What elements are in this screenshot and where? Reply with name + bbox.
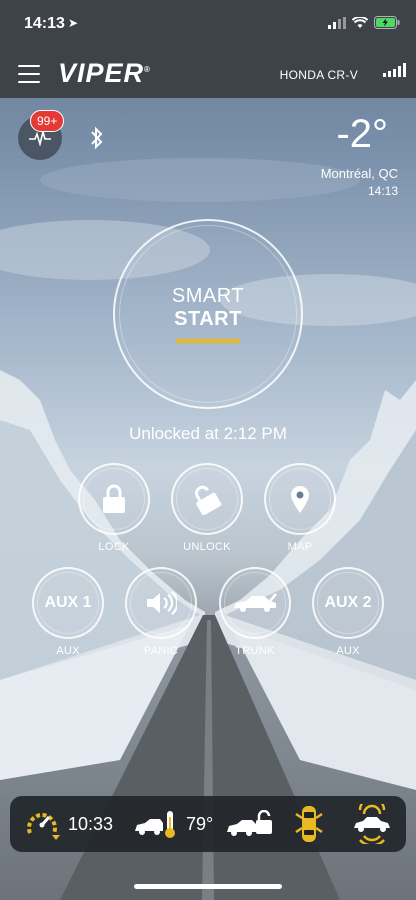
- car-doors-icon: [295, 806, 323, 842]
- unlock-label: UNLOCK: [183, 541, 231, 553]
- unlock-button-ring: [171, 463, 243, 535]
- panic-button[interactable]: PANIC: [125, 567, 197, 657]
- battery-icon: [374, 16, 400, 29]
- map-button-ring: [264, 463, 336, 535]
- weather-city: Montréal, QC: [320, 166, 398, 181]
- smart-start-button[interactable]: SMART START: [113, 219, 303, 409]
- aux2-icon-text: AUX 2: [324, 594, 372, 611]
- smart-start-accent-bar: [176, 339, 240, 343]
- aux2-button-ring: AUX 2: [312, 567, 384, 639]
- unlock-button[interactable]: UNLOCK: [171, 463, 243, 553]
- logo-registered-mark: ®: [144, 65, 151, 74]
- trunk-label: TRUNK: [235, 645, 275, 657]
- bluetooth-icon[interactable]: [89, 126, 105, 150]
- remote-start-timer-icon: [27, 813, 60, 840]
- door-lock-status-item[interactable]: [226, 810, 274, 838]
- aux2-label: AUX: [336, 645, 360, 657]
- cabin-temp-value: 79°: [186, 813, 214, 834]
- menu-icon[interactable]: [18, 65, 40, 83]
- location-arrow-icon: ➤: [68, 16, 79, 30]
- speaker-icon: [147, 591, 177, 615]
- map-label: MAP: [287, 541, 313, 553]
- cellular-signal-icon: [328, 16, 346, 29]
- aux1-button-ring: AUX 1: [32, 567, 104, 639]
- unlock-icon: [195, 485, 222, 515]
- app-header: VIPER® HONDA CR-V: [0, 50, 416, 98]
- vehicle-name[interactable]: HONDA CR-V: [280, 68, 358, 82]
- smart-start-label-line1: SMART: [171, 285, 245, 307]
- status-bar: 14:13 ➤: [0, 0, 416, 50]
- lock-status-text: Unlocked at 2:12 PM: [129, 424, 287, 443]
- panic-button-ring: [125, 567, 197, 639]
- car-lock-icon: [227, 810, 272, 836]
- panic-label: PANIC: [143, 645, 179, 657]
- vehicle-status-tray: 10:33 79°: [10, 796, 406, 852]
- car-alarm-icon: [354, 804, 390, 844]
- alarm-status-item[interactable]: [350, 804, 394, 844]
- notification-badge: 99+: [30, 110, 65, 132]
- lock-icon: [103, 484, 125, 513]
- signal-icon: [383, 63, 406, 77]
- lock-button[interactable]: LOCK: [78, 463, 150, 553]
- aux1-button[interactable]: AUX 1 AUX: [32, 567, 104, 657]
- wifi-icon: [352, 16, 368, 28]
- home-indicator[interactable]: [134, 884, 282, 889]
- cabin-temp-item[interactable]: 79°: [134, 809, 213, 839]
- smart-start-label-line2: START: [174, 308, 242, 330]
- trunk-button-ring: [219, 567, 291, 639]
- weather-time: 14:13: [367, 184, 398, 198]
- aux1-label: AUX: [56, 645, 80, 657]
- map-pin-icon: [291, 486, 309, 513]
- aux2-button[interactable]: AUX 2 AUX: [312, 567, 384, 657]
- lock-button-ring: [78, 463, 150, 535]
- viper-logo: VIPER®: [58, 58, 151, 89]
- weather-temperature: -2°: [336, 112, 388, 156]
- doors-status-item[interactable]: [294, 804, 324, 844]
- map-button[interactable]: MAP: [264, 463, 336, 553]
- lock-label: LOCK: [98, 541, 130, 553]
- aux1-icon-text: AUX 1: [44, 594, 92, 611]
- logo-text: VIPER: [58, 58, 145, 88]
- activity-icon: [29, 130, 51, 146]
- runtime-value: 10:33: [68, 813, 114, 834]
- status-time: 14:13: [24, 15, 65, 32]
- status-indicators: [328, 16, 400, 29]
- car-trunk-icon: [234, 593, 277, 612]
- car-thermometer-icon: [135, 811, 175, 838]
- runtime-item[interactable]: 10:33: [24, 807, 113, 841]
- trunk-button[interactable]: TRUNK: [219, 567, 291, 657]
